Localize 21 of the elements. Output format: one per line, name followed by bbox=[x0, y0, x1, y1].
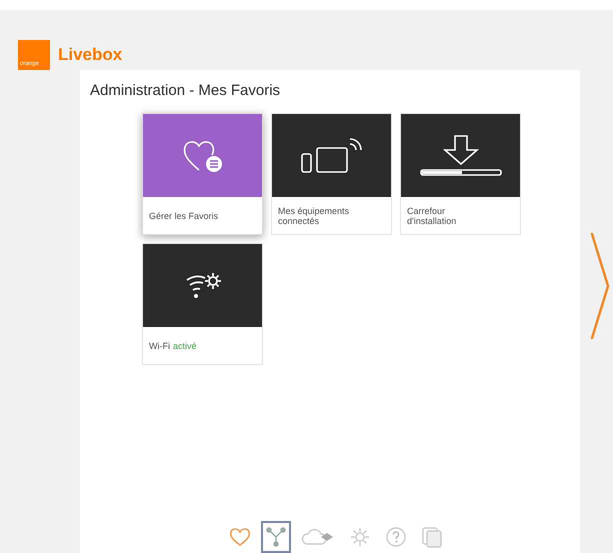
tile-label: Wi-Fi bbox=[149, 340, 170, 350]
favorite-tile[interactable]: Gérer les Favoris bbox=[142, 113, 263, 235]
favorite-tile[interactable]: Carrefour d'installation bbox=[400, 113, 521, 235]
favorite-tile[interactable]: Mes équipements connectés bbox=[271, 113, 392, 235]
next-chevron-icon[interactable] bbox=[590, 232, 610, 340]
settings-icon bbox=[349, 526, 371, 548]
copy-icon bbox=[421, 526, 443, 548]
favorite-tile[interactable]: Wi-Fi activé bbox=[142, 243, 263, 365]
status-text: activé bbox=[173, 340, 197, 350]
heart-icon bbox=[229, 527, 251, 547]
help-icon bbox=[385, 526, 407, 548]
tile-label: Carrefour d'installation bbox=[407, 206, 458, 226]
network-nav-button[interactable] bbox=[261, 521, 291, 553]
cloud-icon bbox=[301, 527, 335, 547]
tile-label: Gérer les Favoris bbox=[149, 210, 218, 220]
brand-title: Livebox bbox=[58, 44, 122, 66]
panel-title: Administration - Mes Favoris bbox=[90, 82, 282, 100]
network-icon bbox=[265, 526, 287, 548]
devices-icon bbox=[300, 136, 364, 176]
download-icon bbox=[418, 134, 502, 178]
tile-label: Mes équipements connectés bbox=[278, 206, 350, 226]
